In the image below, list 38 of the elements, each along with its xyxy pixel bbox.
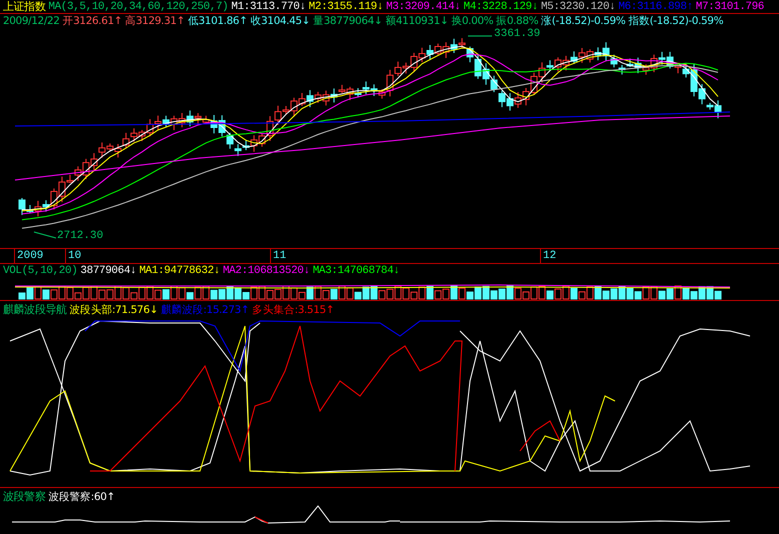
ma-value: M3:3209.414↓ [386,0,461,13]
volume-title: VOL(5,10,20) [3,264,78,278]
ma-value: M6:3116.898↑ [618,0,693,13]
quote-value: 振0.88% [496,14,538,28]
time-axis-label: 12 [540,249,556,263]
quote-value: 收3104.45↓ [250,14,310,28]
quote-value: 量38779064↓ [313,14,382,28]
leader-line [34,232,56,238]
warning-title: 波段警察 [3,490,46,504]
warning-value: 波段警察:60↑ [48,490,115,504]
time-axis-label: 2009 [14,249,44,263]
quote-value: 高3129.31↑ [125,14,185,28]
ma-value: M4:3228.129↓ [464,0,538,13]
indicator-value: 麒麟波段:15.273↑ [160,303,250,317]
time-axis-label: 11 [270,249,286,263]
quote-value: 低3101.86↑ [188,14,248,28]
ma-value: M7:3101.796 [696,0,764,13]
indicator-title: 麒麟波段导航 [3,303,67,317]
high-price-label: 3361.39 [494,28,540,40]
volume-value: 38779064↓ [80,264,136,278]
volume-value: MA2:106813520↓ [222,264,310,278]
quote-value: 涨(-18.52)-0.59% [541,14,626,28]
ma-value: M2:3155.119↓ [308,0,384,13]
quote-value: 2009/12/22 [3,14,60,28]
index-title: 上证指数 [3,0,46,13]
low-price-label: 2712.30 [57,230,104,242]
quote-value: 指数(-18.52)-0.59% [628,14,724,28]
quote-value: 换0.00% [451,14,494,28]
quote-value: 额4110931↓ [385,14,448,28]
volume-value: MA1:94778632↓ [139,264,220,278]
ma-value: M1:3113.770↓ [231,0,306,13]
time-axis-label: 10 [65,249,82,263]
quote-value: 开3126.61↑ [62,14,122,28]
ma-parameters: MA(3,5,10,20,34,60,120,250,7) [48,0,228,13]
ma-value: M5:3230.120↓ [540,0,616,13]
indicator-value: 波段头部:71.576↓ [70,303,158,317]
indicator-value: 多头集合:3.515↑ [252,303,334,317]
volume-value: MA3:147068784↓ [312,264,400,278]
